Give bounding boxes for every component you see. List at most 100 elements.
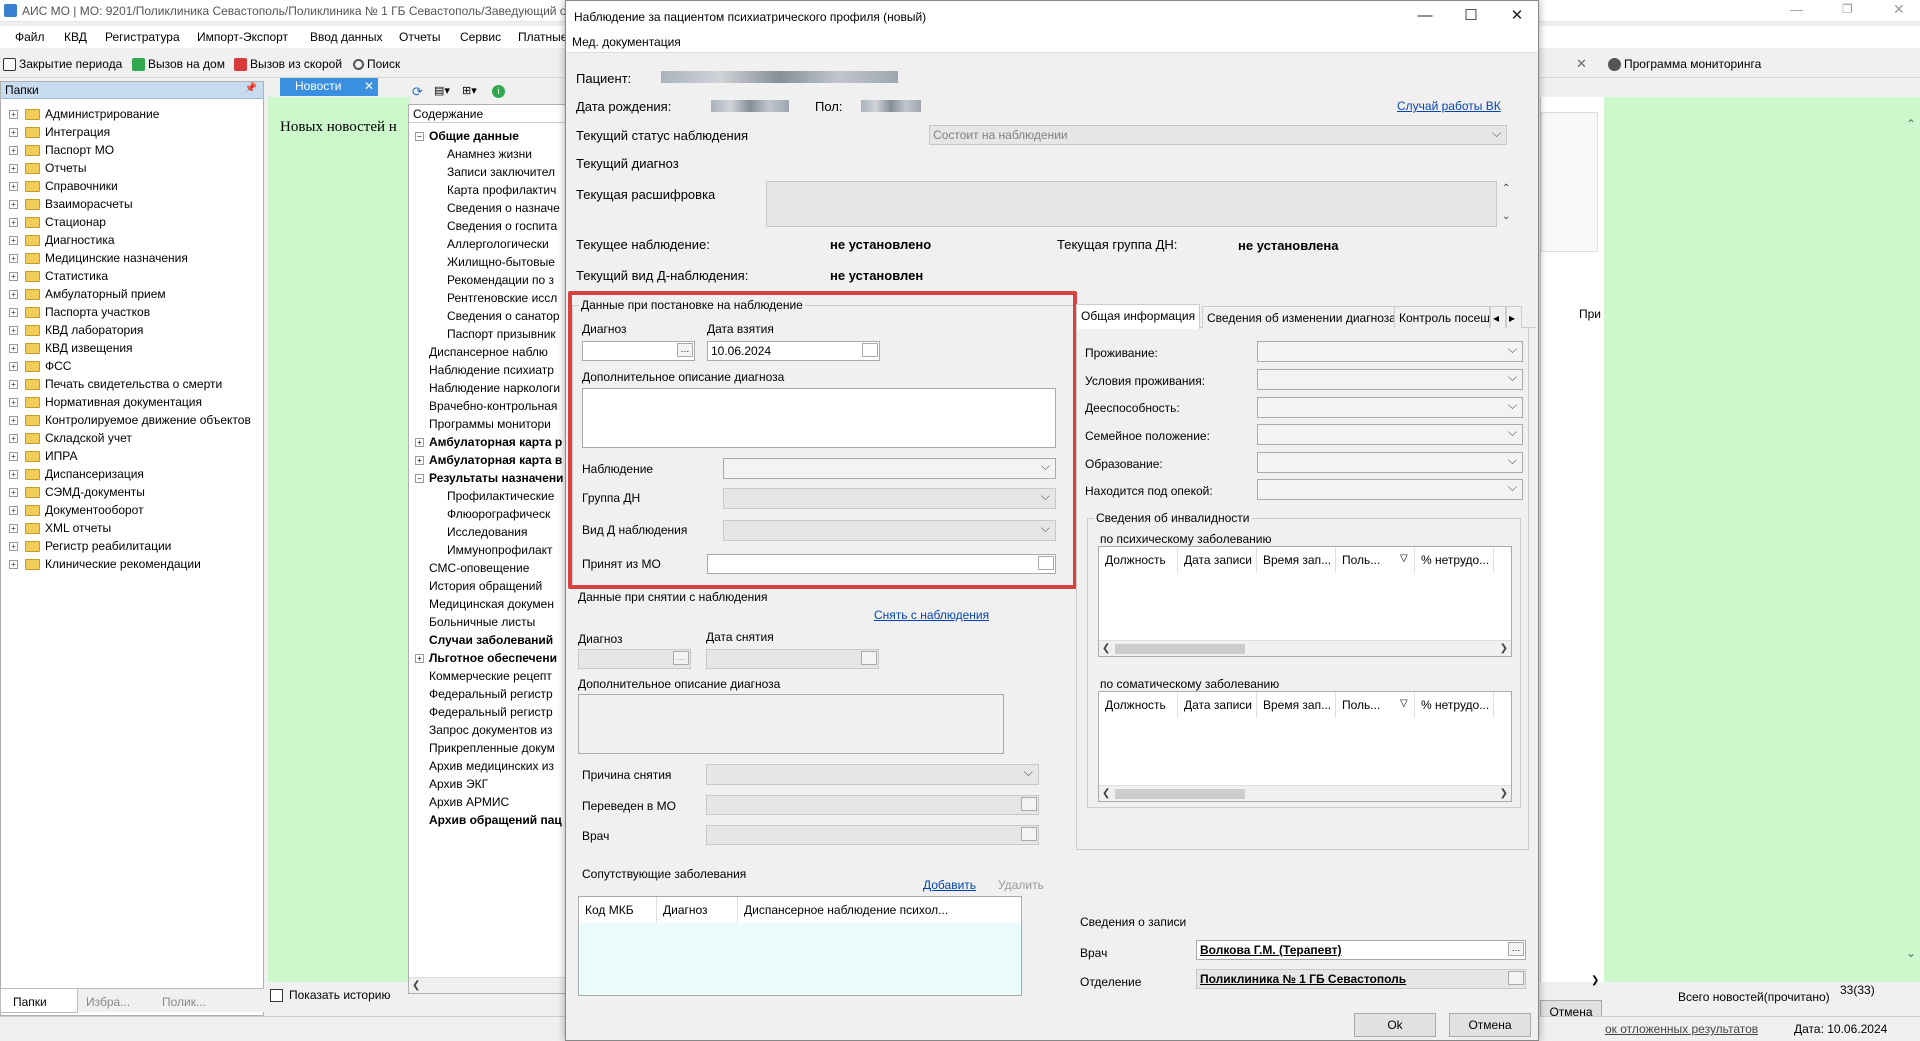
content-tree-item[interactable]: Сведения о госпита [409,217,567,235]
folder-item[interactable]: + Регистр реабилитации [1,537,263,555]
tab-polyclinic[interactable]: Полик... [162,995,206,1009]
content-tree-item[interactable]: Программы монитори [409,415,567,433]
status-select[interactable]: Состоит на наблюдении [929,125,1507,145]
content-tree-item[interactable]: Коммерческие рецепт [409,667,567,685]
tree-expand-icon[interactable]: + [415,654,424,663]
living-select[interactable] [1257,341,1523,362]
somatic-col-position[interactable]: Должность [1099,692,1178,718]
content-tree-item[interactable]: Врачебно-контрольная [409,397,567,415]
record-doctor-lookup-button[interactable]: … [1508,942,1524,956]
tab-news[interactable]: Новости ✕ [280,78,378,96]
folder-item[interactable]: + Паспорта участков [1,303,263,321]
search-button[interactable]: Поиск [353,57,400,71]
expand-icon[interactable]: + [9,452,18,461]
psych-col-position[interactable]: Должность [1099,547,1178,573]
content-tree-item[interactable]: + Амбулаторная карта р [409,433,567,451]
folder-item[interactable]: + Медицинские назначения [1,249,263,267]
expand-icon[interactable]: + [9,416,18,425]
close-period-button[interactable]: Закрытие периода [3,57,122,72]
tab-folders[interactable]: Папки [0,989,78,1013]
folder-item[interactable]: + Взаиморасчеты [1,195,263,213]
content-tree-item[interactable]: СМС-оповещение [409,559,567,577]
vk-case-link[interactable]: Случай работы ВК [1397,99,1501,113]
tree-expand-icon[interactable]: − [415,474,424,483]
unreg-link[interactable]: Снять с наблюдения [874,608,989,622]
deferred-results-link[interactable]: ок отложенных результатов [1605,1022,1758,1036]
folder-item[interactable]: + Паспорт МО [1,141,263,159]
menu-import-export[interactable]: Импорт-Экспорт [197,30,288,44]
minimize-icon[interactable]: — [1790,2,1803,17]
expand-icon[interactable]: + [9,470,18,479]
folder-item[interactable]: + XML отчеты [1,519,263,537]
content-tree-item[interactable]: Жилищно-бытовые [409,253,567,271]
unreg-diag-lookup-button[interactable]: … [673,651,689,665]
unreg-diag-input[interactable]: … [578,649,691,669]
tab-close-icon[interactable]: ✕ [364,79,374,93]
expand-icon[interactable]: + [9,146,18,155]
content-tree-item[interactable]: Флюорографическ [409,505,567,523]
checkbox-box[interactable] [270,989,283,1003]
content-tree-item[interactable]: Диспансерное наблю [409,343,567,361]
expand-icon[interactable]: + [9,128,18,137]
decode-textarea[interactable] [766,181,1497,227]
expand-icon[interactable]: + [9,254,18,263]
comorb-col-diag[interactable]: Диагноз [657,897,738,923]
menu-paid[interactable]: Платные [518,30,567,44]
menu-service[interactable]: Сервис [460,30,501,44]
content-hscroll[interactable]: ❮ [409,977,567,993]
somatic-filter-icon[interactable]: ▽ [1400,698,1408,709]
psych-col-percent[interactable]: % нетрудо... [1415,547,1494,573]
content-tree-item[interactable]: Паспорт призывник [409,325,567,343]
folder-item[interactable]: + КВД извещения [1,339,263,357]
dialog-minimize-icon[interactable]: — [1402,5,1448,27]
record-doctor-input[interactable]: Волкова Г.М. (Терапевт)… [1196,940,1526,960]
expand-icon[interactable]: + [9,380,18,389]
ok-button[interactable]: Ok [1354,1013,1436,1037]
content-tree-item[interactable]: Прикрепленные докум [409,739,567,757]
expand-icon[interactable]: + [9,362,18,371]
content-tree-item[interactable]: Больничные листы [409,613,567,631]
folder-item[interactable]: + Складской учет [1,429,263,447]
right-scroll-arrow[interactable]: ❯ [1591,975,1599,986]
content-tree-item[interactable]: Архив АРМИС [409,793,567,811]
content-tree-item[interactable]: + Амбулаторная карта в [409,451,567,469]
scroll-down-icon[interactable]: ⌄ [1906,946,1916,960]
info-icon[interactable]: i [492,85,505,98]
psych-col-date[interactable]: Дата записи [1178,547,1257,573]
decode-scroll-down-icon[interactable]: ⌄ [1502,211,1510,222]
folder-item[interactable]: + Документооборот [1,501,263,519]
folder-item[interactable]: + Диагностика [1,231,263,249]
comorb-add-link[interactable]: Добавить [923,878,976,892]
content-tree-item[interactable]: − Результаты назначени [409,469,567,487]
family-select[interactable] [1257,424,1523,445]
home-call-button[interactable]: Вызов на дом [132,57,225,72]
content-tree-item[interactable]: Архив ЭКГ [409,775,567,793]
refresh-icon[interactable]: ⟳ [412,84,423,100]
content-tree-item[interactable]: Рекомендации по з [409,271,567,289]
content-tree-item[interactable]: Наблюдение наркологи [409,379,567,397]
content-tree-item[interactable]: Федеральный регистр [409,703,567,721]
tab-scroll-right-icon[interactable]: ▸ [1506,306,1522,328]
expand-icon[interactable]: + [9,524,18,533]
content-tree-item[interactable]: Исследования [409,523,567,541]
content-tree-item[interactable]: Случаи заболеваний [409,631,567,649]
folder-item[interactable]: + Диспансеризация [1,465,263,483]
content-tree-item[interactable]: Иммунопрофилакт [409,541,567,559]
expand-icon[interactable]: + [9,236,18,245]
content-tree-item[interactable]: Записи заключител [409,163,567,181]
expand-icon[interactable]: + [9,434,18,443]
comorb-col-mkb[interactable]: Код МКБ [579,897,657,923]
menu-kvd[interactable]: КВД [64,30,87,44]
somatic-col-percent[interactable]: % нетрудо... [1415,692,1494,718]
expand-icon[interactable]: + [9,308,18,317]
monitoring-button[interactable]: Программа мониторинга [1608,57,1761,72]
folder-item[interactable]: + Интеграция [1,123,263,141]
print-icon[interactable]: ▤▾ [434,84,450,97]
folder-item[interactable]: + Амбулаторный прием [1,285,263,303]
content-tree-item[interactable]: Наблюдение психиатр [409,361,567,379]
expand-icon[interactable]: + [9,290,18,299]
content-tree-item[interactable]: − Общие данные [409,127,567,145]
tab-favorites[interactable]: Избра... [86,995,130,1009]
unreg-date-input[interactable] [706,649,879,669]
somatic-hscroll[interactable]: ❮ ❯ [1099,785,1511,801]
